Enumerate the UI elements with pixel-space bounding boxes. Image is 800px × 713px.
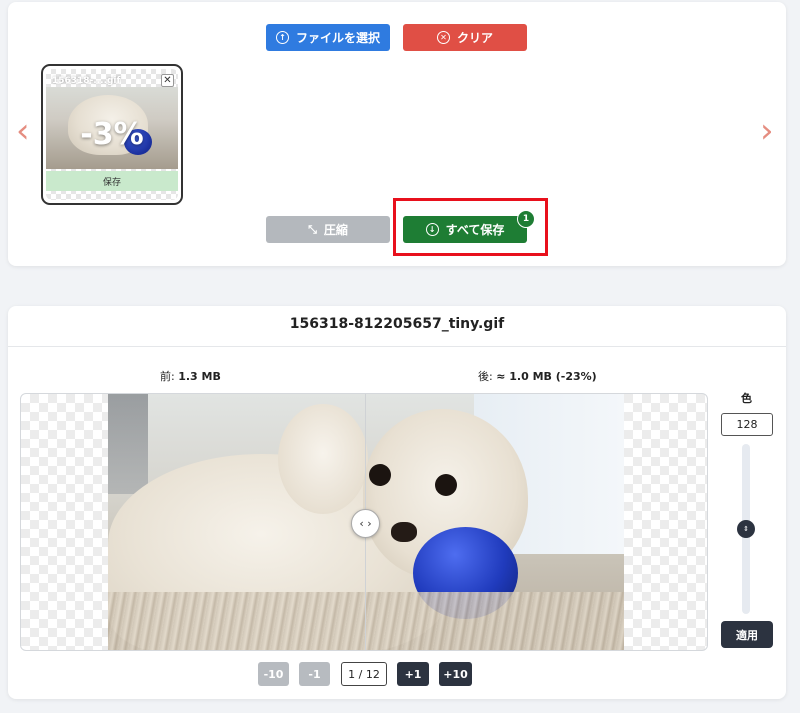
close-icon: ✕ bbox=[163, 75, 172, 86]
dog-eye-right bbox=[435, 474, 457, 496]
page-indicator: 1 / 12 bbox=[341, 662, 387, 686]
compress-label: 圧縮 bbox=[323, 223, 348, 237]
file-thumbnail[interactable]: 156318-....gif ✕ -3% 保存 bbox=[41, 64, 183, 205]
highlight-box bbox=[393, 198, 548, 256]
before-label: 前: bbox=[160, 370, 175, 383]
clear-label: クリア bbox=[456, 31, 493, 45]
colors-slider-thumb[interactable]: ⇕ bbox=[737, 520, 755, 538]
background-shadow bbox=[108, 394, 148, 494]
dog-nose bbox=[391, 522, 417, 542]
colors-input[interactable]: 128 bbox=[721, 413, 773, 436]
colors-label: 色 bbox=[741, 392, 752, 405]
before-size: 1.3 MB bbox=[178, 370, 221, 383]
preview-panel: 156318-812205657_tiny.gif 前: 1.3 MB 後: ≈… bbox=[8, 306, 786, 699]
chevron-up-down-icon: ⇕ bbox=[743, 524, 749, 533]
dog-head-left bbox=[278, 404, 368, 514]
compress-button[interactable]: ⤡ 圧縮 bbox=[266, 216, 390, 243]
apply-button[interactable]: 適用 bbox=[721, 621, 773, 648]
thumbnail-percent: -3% bbox=[80, 117, 144, 152]
comparison-viewer[interactable]: ‹ › bbox=[20, 393, 708, 651]
select-file-label: ファイルを選択 bbox=[295, 31, 380, 45]
before-size-label: 前: 1.3 MB bbox=[160, 368, 221, 384]
after-size-label: 後: ≈ 1.0 MB (-23%) bbox=[478, 368, 597, 384]
rug bbox=[108, 592, 624, 650]
chevrons-horizontal-icon: ‹ › bbox=[359, 517, 372, 530]
thumbnail-save-button[interactable]: 保存 bbox=[46, 171, 178, 191]
dog-eye-left bbox=[369, 464, 391, 486]
divider bbox=[8, 346, 786, 347]
comparison-handle[interactable]: ‹ › bbox=[351, 509, 380, 538]
page-minus-1-button[interactable]: -1 bbox=[299, 662, 330, 686]
carousel-next-button[interactable]: › bbox=[760, 114, 774, 148]
compress-icon: ⤡ bbox=[308, 222, 317, 236]
close-circle-icon: ✕ bbox=[436, 31, 450, 44]
upload-panel: ↑ ファイルを選択 ✕ クリア ‹ › 156318-....gif ✕ -3%… bbox=[8, 2, 786, 266]
after-size: ≈ 1.0 MB (-23%) bbox=[496, 370, 597, 383]
chevron-right-icon: › bbox=[760, 111, 774, 151]
after-label: 後: bbox=[478, 370, 493, 383]
thumbnail-file-name: 156318-....gif bbox=[52, 76, 121, 86]
clear-button[interactable]: ✕ クリア bbox=[403, 24, 527, 51]
page-plus-10-button[interactable]: +10 bbox=[439, 662, 472, 686]
chevron-left-icon: ‹ bbox=[16, 111, 30, 151]
carousel-prev-button[interactable]: ‹ bbox=[16, 114, 30, 148]
page-minus-10-button[interactable]: -10 bbox=[258, 662, 289, 686]
remove-file-button[interactable]: ✕ bbox=[161, 74, 174, 87]
preview-file-name: 156318-812205657_tiny.gif bbox=[289, 316, 505, 332]
select-file-button[interactable]: ↑ ファイルを選択 bbox=[266, 24, 390, 51]
page-plus-1-button[interactable]: +1 bbox=[397, 662, 429, 686]
upload-icon: ↑ bbox=[275, 31, 289, 44]
